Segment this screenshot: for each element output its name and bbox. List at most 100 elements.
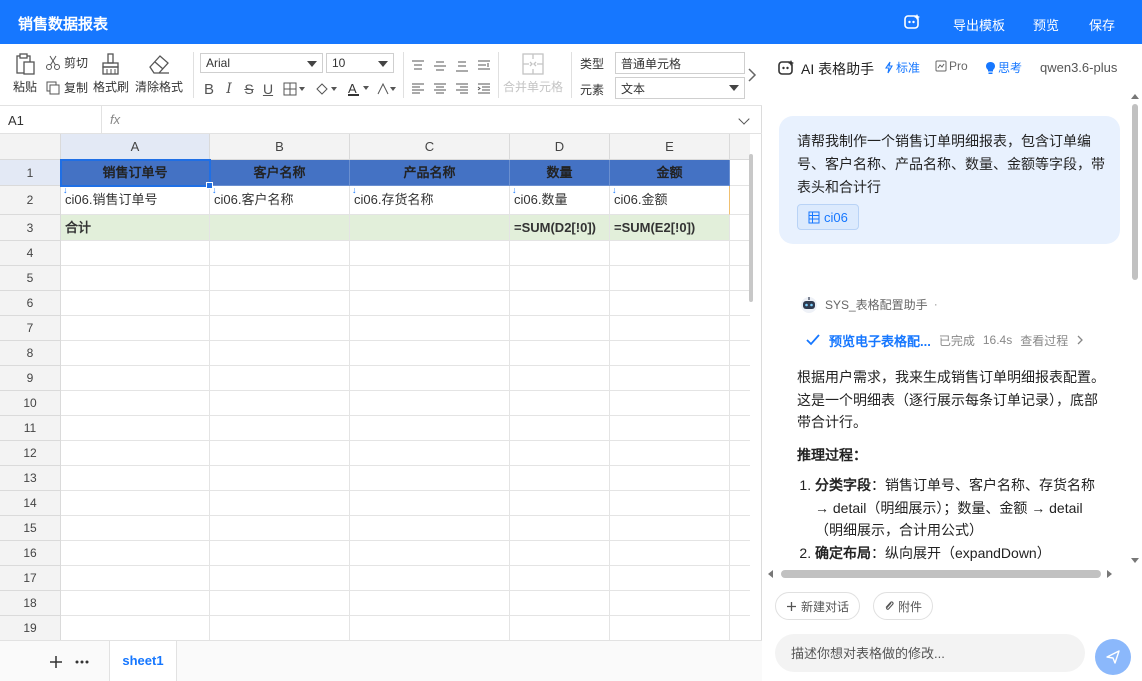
chat-horizontal-scrollbar[interactable] [765,568,1139,580]
empty-cell[interactable] [210,516,350,541]
align-center-icon[interactable] [431,80,449,98]
row-header[interactable]: 5 [0,266,61,291]
cut-button[interactable]: 剪切 [45,54,88,71]
empty-cell[interactable] [61,516,210,541]
empty-cell[interactable] [510,366,610,391]
empty-cell[interactable] [610,541,730,566]
empty-cell[interactable] [350,416,510,441]
underline-icon[interactable]: U [259,80,277,98]
empty-cell[interactable] [210,466,350,491]
row-header[interactable]: 1 [0,160,61,186]
empty-cell[interactable] [61,391,210,416]
empty-cell[interactable] [61,541,210,566]
empty-cell[interactable] [510,466,610,491]
row-header[interactable]: 2 [0,186,61,215]
empty-cell[interactable] [210,441,350,466]
empty-cell[interactable] [61,491,210,516]
empty-cell[interactable] [61,466,210,491]
select-all-corner[interactable] [0,134,61,160]
empty-cell[interactable] [610,416,730,441]
column-header-d[interactable]: D [510,134,610,160]
fill-color-icon[interactable] [314,80,340,98]
empty-cell[interactable] [510,291,610,316]
preview-button[interactable]: 预览 [1033,15,1059,34]
empty-cell[interactable] [350,566,510,591]
empty-cell[interactable] [510,516,610,541]
total-cell-product[interactable] [350,215,510,241]
element-select[interactable]: 文本 [615,77,745,99]
cell-type-select[interactable]: 普通单元格 [615,52,745,74]
row-header[interactable]: 11 [0,416,61,441]
align-left-icon[interactable] [409,80,427,98]
empty-cell[interactable] [610,316,730,341]
data-cell-order-no[interactable]: ↓ ci06.销售订单号 [61,186,210,215]
empty-cell[interactable] [510,316,610,341]
row-header[interactable]: 9 [0,366,61,391]
empty-cell[interactable] [210,341,350,366]
empty-cell[interactable] [210,416,350,441]
empty-cell[interactable] [610,466,730,491]
empty-cell[interactable] [610,266,730,291]
column-header-a[interactable]: A [61,134,210,160]
empty-cell[interactable] [210,241,350,266]
send-button[interactable] [1095,639,1131,675]
column-header-e[interactable]: E [610,134,730,160]
empty-cell[interactable] [350,241,510,266]
empty-cell[interactable] [610,566,730,591]
clear-format-button[interactable]: 清除格式 [134,52,184,95]
name-box[interactable]: A1 [0,106,102,134]
empty-cell[interactable] [610,391,730,416]
total-label-cell[interactable]: 合计 [61,215,210,241]
empty-cell[interactable] [350,516,510,541]
empty-cell[interactable] [350,491,510,516]
save-button[interactable]: 保存 [1089,15,1115,34]
empty-cell[interactable] [350,341,510,366]
header-cell-product[interactable]: 产品名称 [350,160,510,186]
merge-cells-button[interactable]: 合并单元格 [503,52,563,95]
empty-cell[interactable] [61,341,210,366]
empty-cell[interactable] [350,591,510,616]
tool-call-row[interactable]: 预览电子表格配... 已完成 16.4s 查看过程 [805,330,1105,350]
empty-cell[interactable] [610,616,730,640]
empty-cell[interactable] [61,566,210,591]
italic-icon[interactable]: I [220,80,238,98]
total-cell-amount[interactable]: =SUM(E2[!0]) [610,215,730,241]
data-cell-amount[interactable]: ↓ ci06.金额 [610,186,730,215]
row-header[interactable]: 12 [0,441,61,466]
strikethrough-icon[interactable]: S [240,80,258,98]
more-format-icon[interactable] [376,80,398,98]
empty-cell[interactable] [610,341,730,366]
row-header[interactable]: 17 [0,566,61,591]
attached-dataset-tag[interactable]: ci06 [797,204,859,230]
empty-cell[interactable] [61,441,210,466]
empty-cell[interactable] [210,291,350,316]
data-cell-product[interactable]: ↓ ci06.存货名称 [350,186,510,215]
mode-pro-toggle[interactable]: Pro [935,59,968,73]
font-size-select[interactable]: 10 [326,53,394,73]
new-chat-button[interactable]: 新建对话 [775,592,861,620]
empty-cell[interactable] [210,391,350,416]
empty-cell[interactable] [350,466,510,491]
empty-cell[interactable] [210,266,350,291]
row-header[interactable]: 8 [0,341,61,366]
empty-cell[interactable] [610,366,730,391]
row-header[interactable]: 3 [0,215,61,241]
font-family-select[interactable]: Arial [200,53,323,73]
row-header[interactable]: 6 [0,291,61,316]
align-bottom-icon[interactable] [453,57,471,75]
align-middle-icon[interactable] [431,57,449,75]
chevron-down-icon[interactable] [738,113,750,125]
empty-cell[interactable] [510,616,610,640]
empty-cell[interactable] [510,441,610,466]
chat-input[interactable] [775,634,1085,672]
empty-cell[interactable] [61,416,210,441]
chevron-right-icon[interactable] [747,68,757,82]
empty-cell[interactable] [350,391,510,416]
empty-cell[interactable] [61,241,210,266]
empty-cell[interactable] [350,316,510,341]
indent-icon[interactable] [475,80,493,98]
row-header[interactable]: 19 [0,616,61,640]
chat-vertical-scrollbar[interactable] [1129,92,1141,568]
empty-cell[interactable] [210,591,350,616]
align-right-icon[interactable] [453,80,471,98]
